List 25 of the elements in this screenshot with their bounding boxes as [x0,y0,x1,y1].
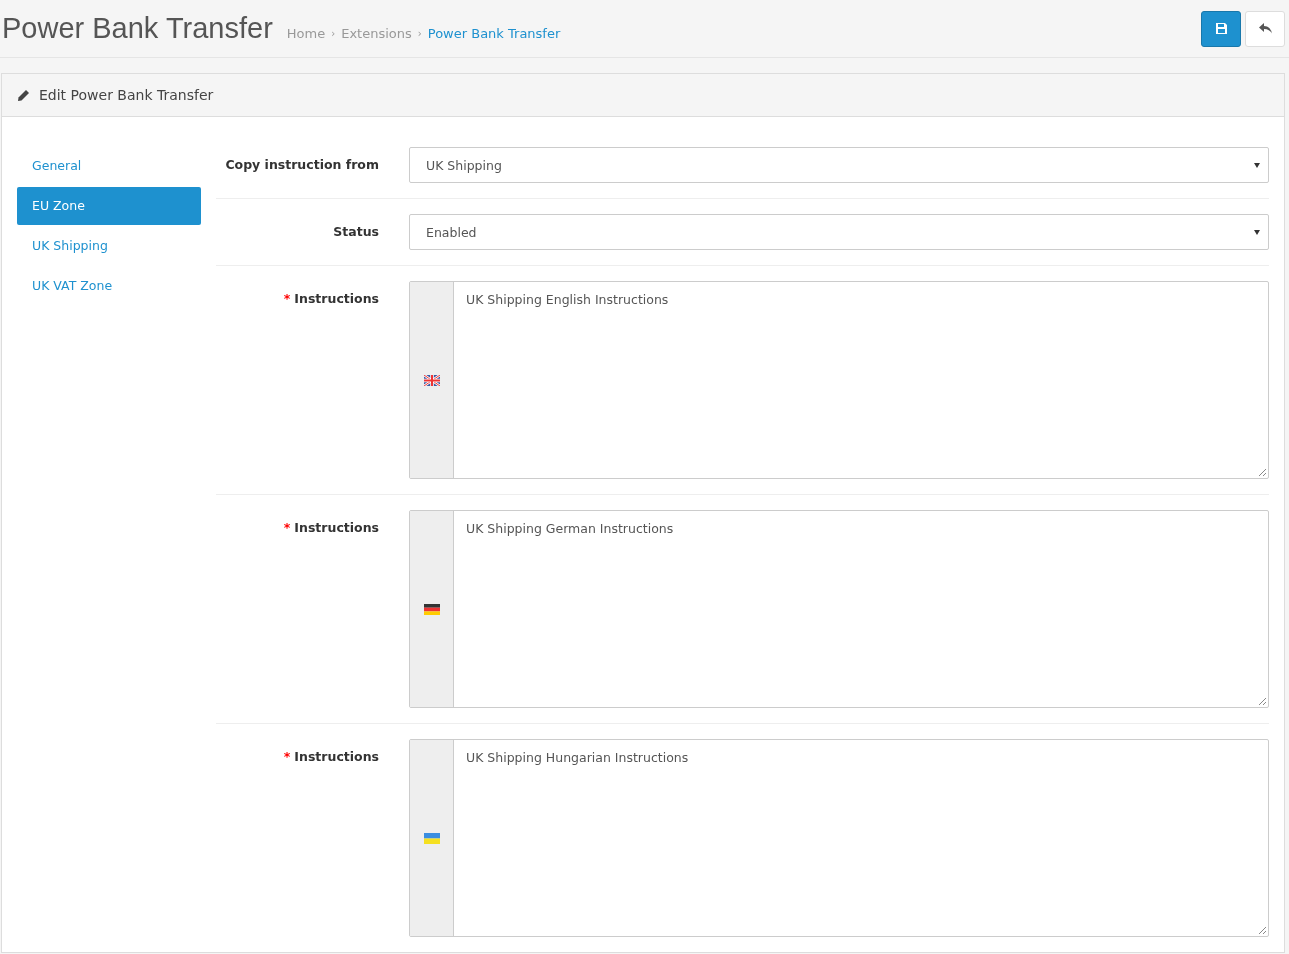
breadcrumb-link[interactable]: Extensions [341,26,412,41]
field-label: * Instructions [283,749,379,766]
sidebar-tab[interactable]: General [17,147,201,185]
save-icon [1215,23,1227,34]
sidebar-tab[interactable]: UK VAT Zone [17,267,201,305]
field-label: Copy instruction from [225,157,379,174]
caret-icon [1254,229,1260,235]
reply-icon [1258,23,1272,34]
panel-title: Edit Power Bank Transfer [39,87,214,103]
save-button[interactable] [1201,10,1241,47]
field-label: Status [333,224,379,241]
sidebar-tab[interactable]: UK Shipping [17,227,201,265]
field-label: * Instructions [283,291,379,308]
breadcrumb-separator-icon: › [331,28,336,39]
breadcrumb-link[interactable]: Home [286,26,326,41]
sidebar-tab[interactable]: EU Zone [17,187,201,225]
field-label: * Instructions [283,520,379,537]
back-button[interactable] [1245,10,1285,47]
page-title: Power Bank Transfer [2,12,273,45]
select-field[interactable]: Enabled [409,214,1269,250]
breadcrumb-separator-icon: › [417,28,422,39]
caret-icon [1254,162,1260,168]
select-field[interactable]: UK Shipping [409,147,1269,183]
breadcrumb-link[interactable]: Power Bank Transfer [427,26,561,41]
pencil-icon [17,88,30,102]
